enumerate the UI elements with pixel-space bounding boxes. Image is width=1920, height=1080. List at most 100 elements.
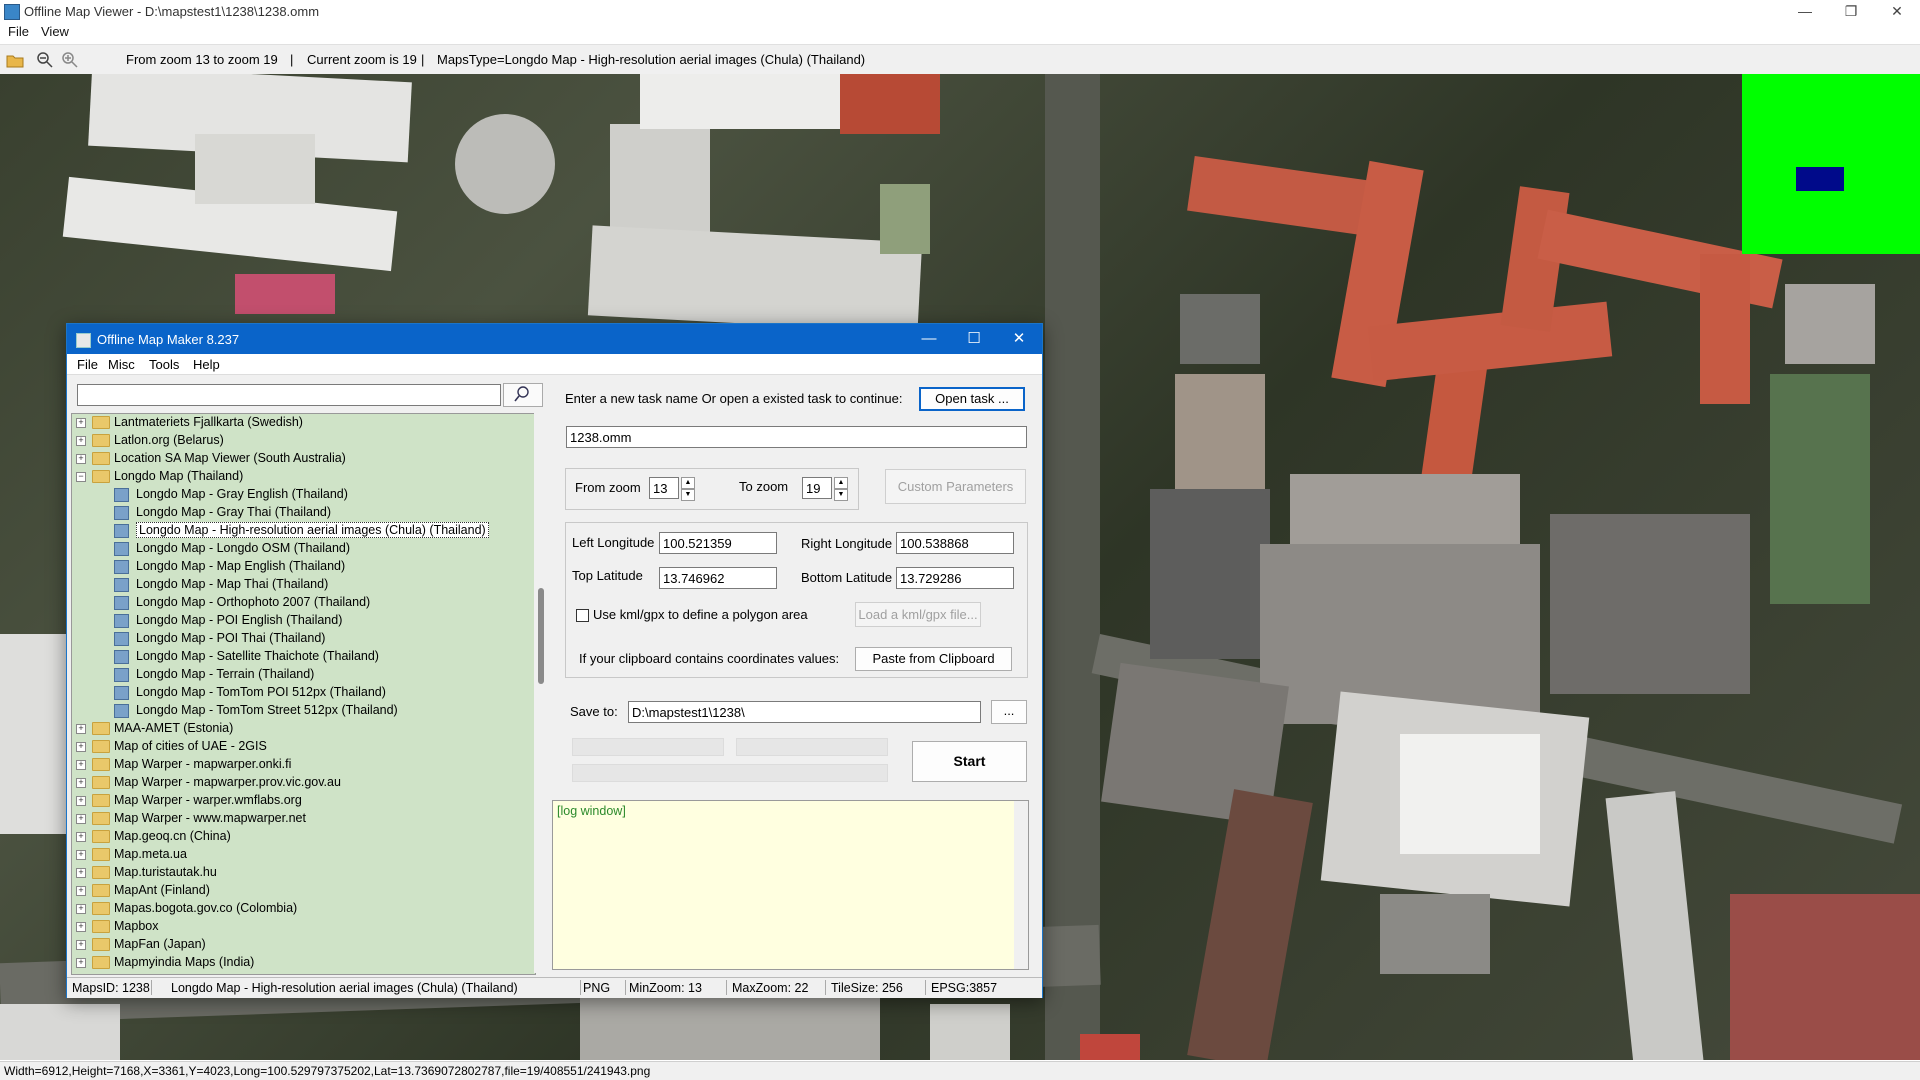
search-button[interactable]	[503, 383, 543, 407]
tree-map-item[interactable]: Longdo Map - Satellite Thaichote (Thaila…	[72, 648, 522, 666]
maps-tree[interactable]: + Lantmateriets Fjallkarta (Swedish) + Latl…	[71, 413, 536, 975]
tree-map-item[interactable]: Longdo Map - Gray Thai (Thailand)	[72, 504, 522, 522]
save-path-input[interactable]: D:\mapstest1\1238\	[628, 701, 981, 723]
expand-icon[interactable]: +	[76, 778, 86, 788]
maps-search-input[interactable]	[77, 384, 501, 406]
open-task-button[interactable]: Open task ...	[919, 387, 1025, 411]
tree-folder-item[interactable]: + Map Warper - warper.wmflabs.org	[72, 792, 522, 810]
tree-folder-item[interactable]: + Mapbox	[72, 918, 522, 936]
close-button[interactable]: ✕	[1874, 0, 1920, 22]
open-folder-icon[interactable]	[6, 51, 24, 69]
log-window[interactable]: [log window]	[552, 800, 1029, 970]
tree-folder-item[interactable]: + MapAnt (Finland)	[72, 882, 522, 900]
tree-map-item[interactable]: Longdo Map - Gray English (Thailand)	[72, 486, 522, 504]
log-scrollbar[interactable]	[1014, 801, 1028, 969]
tree-folder-item[interactable]: + Map.geoq.cn (China)	[72, 828, 522, 846]
minimap[interactable]	[1742, 74, 1920, 254]
expand-icon[interactable]: +	[76, 742, 86, 752]
tree-item-label: Map Warper - warper.wmflabs.org	[114, 793, 302, 807]
task-name-input[interactable]: 1238.omm	[566, 426, 1027, 448]
tree-folder-item[interactable]: + Latlon.org (Belarus)	[72, 432, 522, 450]
tree-scroll-thumb[interactable]	[538, 588, 544, 684]
bottom-latitude-input[interactable]: 13.729286	[896, 567, 1014, 589]
tree-item-label: Map.turistautak.hu	[114, 865, 217, 879]
expand-icon[interactable]: +	[76, 454, 86, 464]
dialog-titlebar: Offline Map Maker 8.237 — ☐ ✕	[67, 324, 1042, 354]
expand-icon[interactable]: +	[76, 922, 86, 932]
dialog-menu-tools[interactable]: Tools	[149, 357, 179, 372]
tree-scrollbar[interactable]	[534, 413, 548, 973]
dialog-maximize-button[interactable]: ☐	[954, 328, 994, 350]
tree-folder-item[interactable]: + Mapmyindia Maps (India)	[72, 954, 522, 972]
start-button[interactable]: Start	[912, 741, 1027, 782]
status-separator	[925, 980, 926, 995]
tree-map-item[interactable]: Longdo Map - TomTom POI 512px (Thailand)	[72, 684, 522, 702]
expand-icon[interactable]: +	[76, 418, 86, 428]
expand-icon[interactable]: +	[76, 886, 86, 896]
dialog-close-button[interactable]: ✕	[999, 328, 1039, 350]
tree-map-item[interactable]: Longdo Map - High-resolution aerial imag…	[72, 522, 522, 540]
tree-map-item[interactable]: Longdo Map - Map Thai (Thailand)	[72, 576, 522, 594]
load-kml-button[interactable]: Load a kml/gpx file...	[855, 602, 981, 627]
expand-icon[interactable]: +	[76, 760, 86, 770]
tree-folder-item[interactable]: + Map Warper - www.mapwarper.net	[72, 810, 522, 828]
tree-folder-item[interactable]: + Map Warper - mapwarper.prov.vic.gov.au	[72, 774, 522, 792]
maps-type-text: MapsType=Longdo Map - High-resolution ae…	[437, 52, 866, 67]
red-roof	[1080, 1034, 1140, 1060]
menu-view[interactable]: View	[41, 24, 69, 39]
tree-folder-item[interactable]: + MapFan (Japan)	[72, 936, 522, 954]
tree-folder-item[interactable]: + Map.meta.ua	[72, 846, 522, 864]
kml-polygon-checkbox[interactable]	[576, 609, 589, 622]
menu-file[interactable]: File	[8, 24, 29, 39]
left-longitude-input[interactable]: 100.521359	[659, 532, 777, 554]
custom-parameters-button[interactable]: Custom Parameters	[885, 469, 1026, 504]
dialog-menu-misc[interactable]: Misc	[108, 357, 135, 372]
expand-icon[interactable]: +	[76, 814, 86, 824]
tree-folder-item[interactable]: − Longdo Map (Thailand)	[72, 468, 522, 486]
building	[195, 134, 315, 204]
expand-icon[interactable]: +	[76, 904, 86, 914]
expand-icon[interactable]: +	[76, 868, 86, 878]
minimap-viewport[interactable]	[1796, 167, 1844, 191]
dialog-menu-file[interactable]: File	[77, 357, 98, 372]
tree-folder-item[interactable]: + Mapas.bogota.gov.co (Colombia)	[72, 900, 522, 918]
to-zoom-input[interactable]: 19	[802, 477, 832, 499]
zoom-in-icon[interactable]	[61, 51, 79, 69]
tree-folder-item[interactable]: + Map.turistautak.hu	[72, 864, 522, 882]
expand-icon[interactable]: +	[76, 832, 86, 842]
tree-map-item[interactable]: Longdo Map - TomTom Street 512px (Thaila…	[72, 702, 522, 720]
from-zoom-spinner[interactable]: ▲ ▼	[681, 477, 695, 501]
to-zoom-spinner[interactable]: ▲ ▼	[834, 477, 848, 501]
tree-folder-item[interactable]: + MAA-AMET (Estonia)	[72, 720, 522, 738]
tree-folder-item[interactable]: + Lantmateriets Fjallkarta (Swedish)	[72, 414, 522, 432]
collapse-icon[interactable]: −	[76, 472, 86, 482]
tree-folder-item[interactable]: + Location SA Map Viewer (South Australia…	[72, 450, 522, 468]
expand-icon[interactable]: +	[76, 850, 86, 860]
tree-map-item[interactable]: Longdo Map - Orthophoto 2007 (Thailand)	[72, 594, 522, 612]
from-zoom-input[interactable]: 13	[649, 477, 679, 499]
expand-icon[interactable]: +	[76, 958, 86, 968]
maximize-button[interactable]: ❐	[1828, 0, 1874, 22]
right-longitude-input[interactable]: 100.538868	[896, 532, 1014, 554]
tree-map-item[interactable]: Longdo Map - POI English (Thailand)	[72, 612, 522, 630]
expand-icon[interactable]: +	[76, 940, 86, 950]
expand-icon[interactable]: +	[76, 724, 86, 734]
progress-bar-2	[736, 738, 888, 756]
top-latitude-input[interactable]: 13.746962	[659, 567, 777, 589]
dialog-minimize-button[interactable]: —	[909, 328, 949, 350]
tree-map-item[interactable]: Longdo Map - Terrain (Thailand)	[72, 666, 522, 684]
minimize-button[interactable]: —	[1782, 0, 1828, 22]
tree-map-item[interactable]: Longdo Map - Longdo OSM (Thailand)	[72, 540, 522, 558]
tree-map-item[interactable]: Longdo Map - POI Thai (Thailand)	[72, 630, 522, 648]
tree-folder-item[interactable]: + Map Warper - mapwarper.onki.fi	[72, 756, 522, 774]
tree-map-item[interactable]: Longdo Map - Map English (Thailand)	[72, 558, 522, 576]
folder-icon	[92, 938, 110, 951]
zoom-out-icon[interactable]	[36, 51, 54, 69]
dialog-menu-help[interactable]: Help	[193, 357, 220, 372]
expand-icon[interactable]: +	[76, 436, 86, 446]
tree-folder-item[interactable]: + Map of cities of UAE - 2GIS	[72, 738, 522, 756]
expand-icon[interactable]: +	[76, 796, 86, 806]
paste-clipboard-button[interactable]: Paste from Clipboard	[855, 647, 1012, 671]
rotunda	[455, 114, 555, 214]
browse-button[interactable]: ...	[991, 700, 1027, 724]
